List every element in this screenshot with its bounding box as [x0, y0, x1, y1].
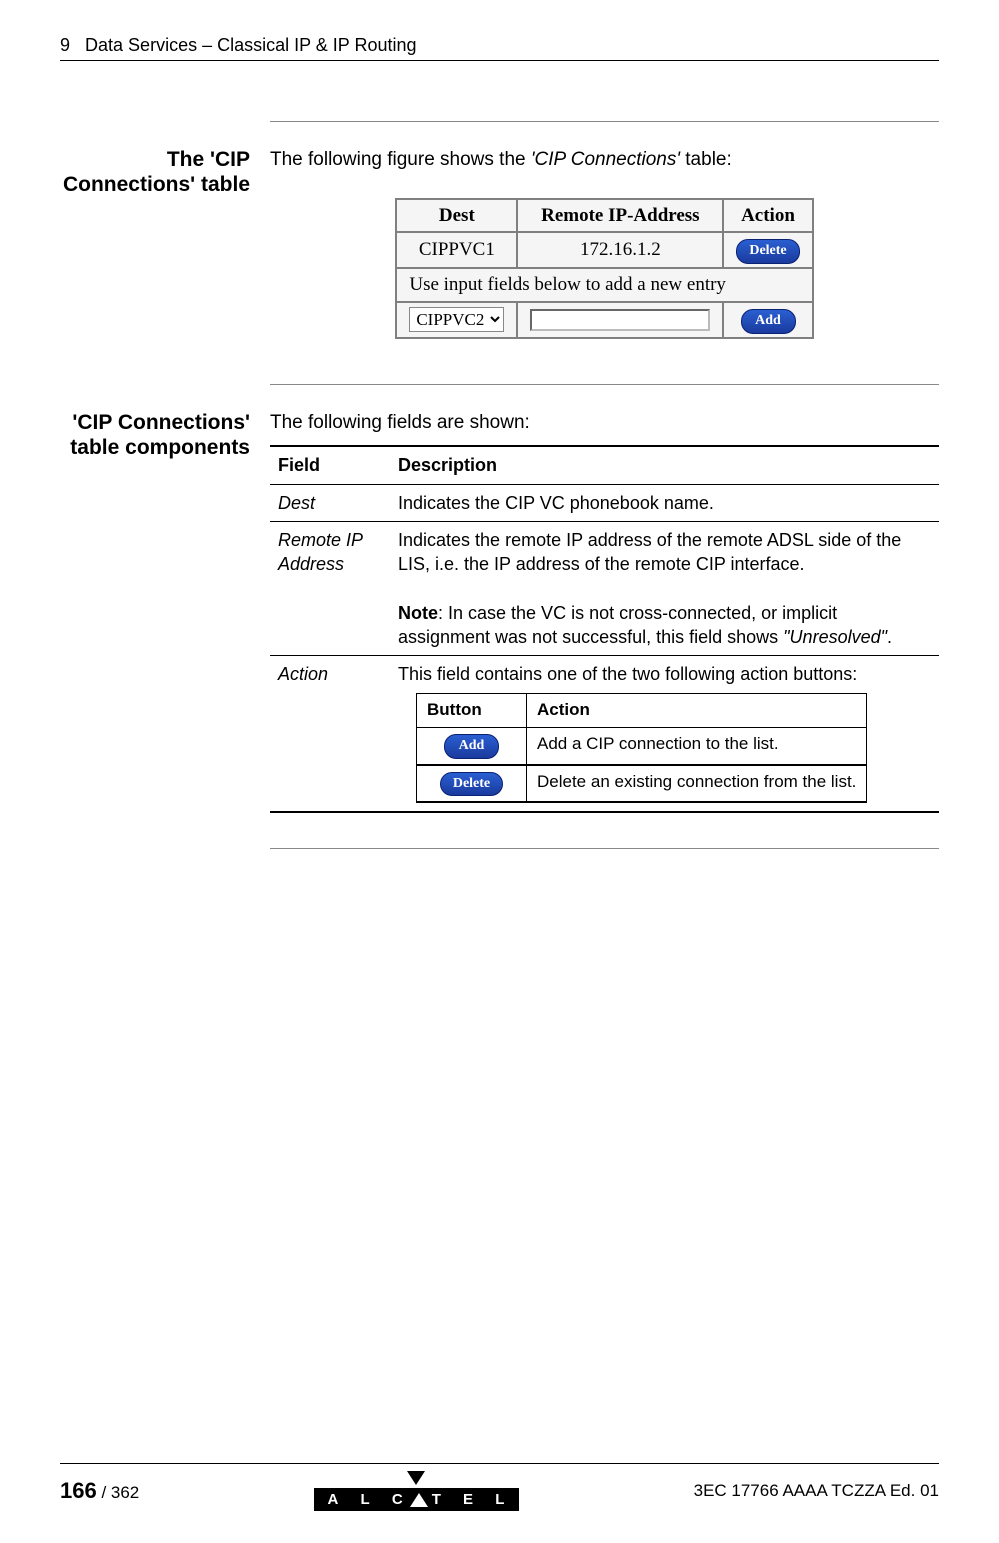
section2-intro: The following fields are shown:: [270, 410, 939, 436]
cip-row1-action-cell: Delete: [723, 232, 812, 268]
cip-row3-dest-cell: CIPPVC2: [396, 302, 517, 338]
action-inner-table: Button Action Add Add a CIP connection t…: [416, 693, 867, 804]
doc-reference: 3EC 17766 AAAA TCZZA Ed. 01: [694, 1481, 939, 1501]
field-remote-note-mid: : In case the VC is not cross-connected,…: [398, 603, 837, 647]
content-col-1: The following figure shows the 'CIP Conn…: [270, 147, 939, 349]
add-button[interactable]: Add: [741, 309, 796, 334]
field-th-field: Field: [270, 446, 390, 484]
page-sep: /: [97, 1483, 111, 1502]
inner-del-btn-cell: Delete: [417, 765, 527, 803]
page-footer: 166 / 362 A L CT E L 3EC 17766 AAAA TCZZ…: [60, 1463, 939, 1511]
field-remote-name: Remote IP Address: [270, 521, 390, 655]
field-dest-name: Dest: [270, 484, 390, 521]
section1-intro: The following figure shows the 'CIP Conn…: [270, 147, 939, 173]
section1-intro-em: 'CIP Connections': [531, 149, 680, 170]
logo-triangle-top-icon: [314, 1470, 520, 1490]
field-action-desc-text: This field contains one of the two follo…: [398, 664, 857, 684]
table-row: Add Add a CIP connection to the list.: [417, 727, 867, 764]
field-th-desc: Description: [390, 446, 939, 484]
delete-button-sample: Delete: [440, 772, 503, 797]
logo-bar: A L CT E L: [314, 1488, 520, 1511]
page-total: 362: [111, 1483, 139, 1502]
inner-add-desc: Add a CIP connection to the list.: [527, 727, 867, 764]
cip-helper-row: Use input fields below to add a new entr…: [396, 268, 812, 302]
table-row: Action This field contains one of the tw…: [270, 656, 939, 813]
table-row: Remote IP Address Indicates the remote I…: [270, 521, 939, 655]
field-dest-desc: Indicates the CIP VC phonebook name.: [390, 484, 939, 521]
cip-row1-ip: 172.16.1.2: [517, 232, 723, 268]
cip-figure-wrapper: Dest Remote IP-Address Action CIPPVC1 17…: [270, 198, 939, 339]
table-row: Dest Indicates the CIP VC phonebook name…: [270, 484, 939, 521]
inner-th-action: Action: [527, 693, 867, 727]
cip-th-action: Action: [723, 199, 812, 233]
cip-row3-action-cell: Add: [723, 302, 812, 338]
section-divider: [270, 384, 939, 385]
margin-heading-components: 'CIP Connections' table components: [60, 410, 270, 814]
field-remote-note-end: .: [887, 627, 892, 647]
footer-row: 166 / 362 A L CT E L 3EC 17766 AAAA TCZZ…: [60, 1470, 939, 1511]
table-row: Delete Delete an existing connection fro…: [417, 765, 867, 803]
page-number: 166 / 362: [60, 1478, 139, 1504]
cip-th-remote: Remote IP-Address: [517, 199, 723, 233]
field-action-name: Action: [270, 656, 390, 813]
cip-connections-figure: Dest Remote IP-Address Action CIPPVC1 17…: [395, 198, 813, 339]
chapter-number: 9: [60, 35, 70, 55]
field-remote-desc1: Indicates the remote IP address of the r…: [398, 530, 901, 574]
field-description-table: Field Description Dest Indicates the CIP…: [270, 445, 939, 813]
cip-remote-ip-input[interactable]: [530, 309, 710, 331]
section1-intro-pre: The following figure shows the: [270, 149, 531, 170]
inner-del-desc: Delete an existing connection from the l…: [527, 765, 867, 803]
field-action-desc: This field contains one of the two follo…: [390, 656, 939, 813]
page-current: 166: [60, 1478, 97, 1503]
section-divider: [270, 121, 939, 122]
section-divider: [270, 848, 939, 849]
cip-row1-dest: CIPPVC1: [396, 232, 517, 268]
cip-row3-ip-cell: [517, 302, 723, 338]
cip-dest-select[interactable]: CIPPVC2: [409, 307, 504, 332]
cip-th-dest: Dest: [396, 199, 517, 233]
margin-heading-cip-table: The 'CIP Connections' table: [60, 147, 270, 349]
delete-button[interactable]: Delete: [736, 239, 799, 264]
section-cip-table-components: 'CIP Connections' table components The f…: [60, 410, 939, 814]
alcatel-logo: A L CT E L: [314, 1470, 520, 1511]
logo-text: A L CT E L: [314, 1488, 520, 1511]
inner-add-btn-cell: Add: [417, 727, 527, 764]
logo-triangle-up-icon: [410, 1493, 428, 1507]
field-remote-note-em: "Unresolved": [783, 627, 887, 647]
inner-th-button: Button: [417, 693, 527, 727]
section-cip-connections-table: The 'CIP Connections' table The followin…: [60, 147, 939, 349]
add-button-sample: Add: [444, 734, 499, 759]
content-col-2: The following fields are shown: Field De…: [270, 410, 939, 814]
section1-intro-post: table:: [680, 149, 732, 170]
page-header: 9 Data Services – Classical IP & IP Rout…: [60, 35, 939, 61]
chapter-title: Data Services – Classical IP & IP Routin…: [85, 35, 417, 55]
field-remote-note-label: Note: [398, 603, 438, 623]
field-remote-desc: Indicates the remote IP address of the r…: [390, 521, 939, 655]
